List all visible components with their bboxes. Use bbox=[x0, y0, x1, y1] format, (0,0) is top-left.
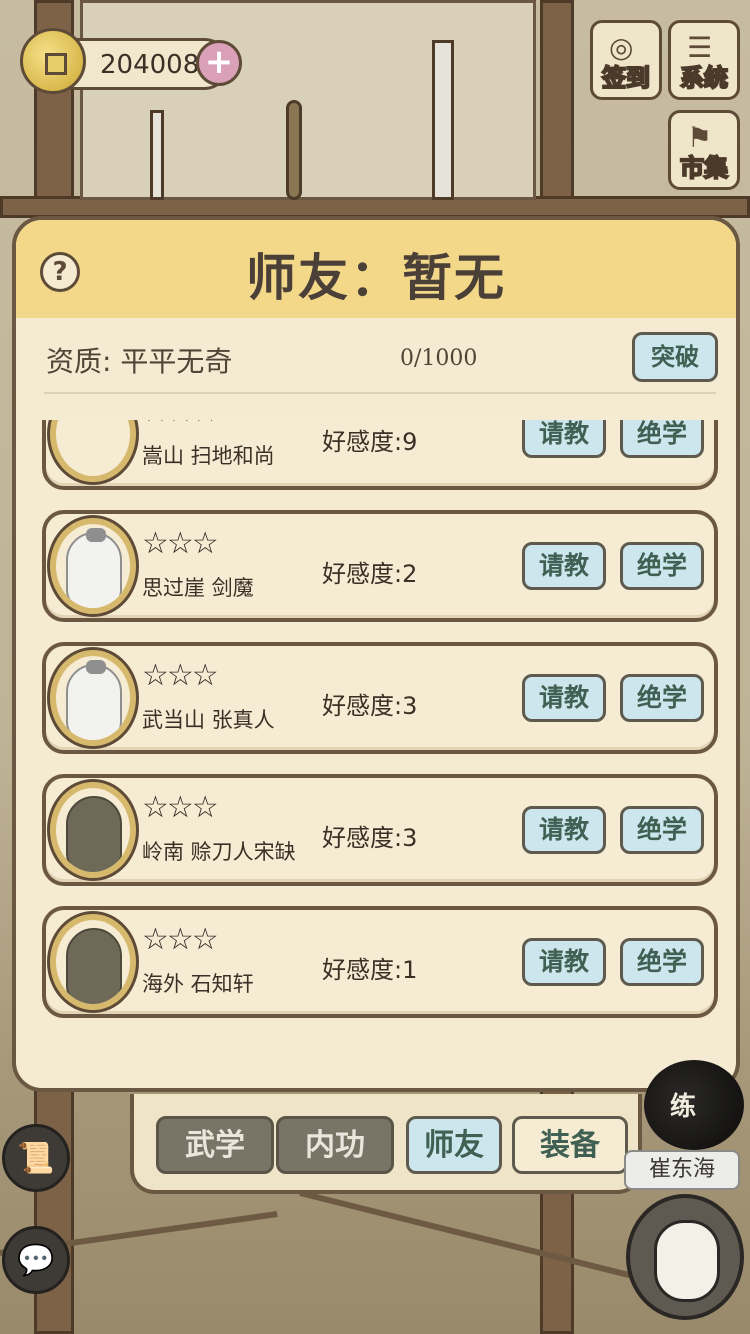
tab-mentor[interactable]: 师友 bbox=[406, 1116, 502, 1174]
skill-button[interactable]: 绝学 bbox=[620, 542, 704, 590]
master-avatar bbox=[50, 518, 136, 614]
breakthrough-progress: 0/1000 bbox=[400, 346, 478, 371]
tab-equipment[interactable]: 装备 bbox=[512, 1116, 628, 1174]
divider bbox=[44, 392, 716, 394]
dialog-header: ? 师友：暂无 bbox=[16, 220, 736, 318]
rank-stars: ☆☆☆ bbox=[142, 922, 219, 957]
blade-on-rack bbox=[432, 40, 454, 200]
master-row: ☆☆☆ 岭南 赊刀人宋缺 好感度:3 请教 绝学 bbox=[42, 774, 718, 886]
master-avatar bbox=[50, 420, 136, 482]
scroll-button[interactable]: 📜 bbox=[2, 1124, 70, 1192]
master-name: 武当山 张真人 bbox=[142, 708, 275, 732]
master-avatar bbox=[50, 650, 136, 746]
master-avatar bbox=[50, 914, 136, 1010]
mentor-dialog: ? 师友：暂无 资质: 平平无奇 0/1000 突破 ☆☆☆ 嵩山 扫地和尚 好… bbox=[12, 216, 740, 1092]
tab-internal[interactable]: 内功 bbox=[276, 1116, 394, 1174]
skill-button[interactable]: 绝学 bbox=[620, 674, 704, 722]
affection-value: 好感度:9 bbox=[322, 428, 418, 456]
coin-value: 204008 bbox=[100, 50, 200, 80]
market-button[interactable]: ⚑ 市集 bbox=[668, 110, 740, 190]
system-button[interactable]: ☰ 系统 bbox=[668, 20, 740, 100]
dialog-title: 师友：暂无 bbox=[246, 249, 506, 307]
master-row: ☆☆☆ 武当山 张真人 好感度:3 请教 绝学 bbox=[42, 642, 718, 754]
npc-portrait-badge[interactable]: 练 bbox=[644, 1060, 744, 1150]
master-avatar bbox=[50, 782, 136, 878]
rank-stars: ☆☆☆ bbox=[142, 790, 219, 825]
affection-value: 好感度:3 bbox=[322, 692, 418, 720]
skill-button[interactable]: 绝学 bbox=[620, 420, 704, 458]
master-name: 嵩山 扫地和尚 bbox=[142, 444, 275, 468]
rank-stars: ☆☆☆ bbox=[142, 658, 219, 693]
master-row: ☆☆☆ 海外 石知轩 好感度:1 请教 绝学 bbox=[42, 906, 718, 1018]
chat-icon: 💬 bbox=[17, 1243, 55, 1278]
system-label: 系统 bbox=[679, 63, 729, 93]
rank-stars: ☆☆☆ bbox=[142, 420, 219, 429]
master-name: 岭南 赊刀人宋缺 bbox=[142, 840, 296, 864]
checkin-button[interactable]: ◎ 签到 bbox=[590, 20, 662, 100]
master-list[interactable]: ☆☆☆ 嵩山 扫地和尚 好感度:9 请教 绝学 ☆☆☆ 思过崖 剑魔 好感度:2… bbox=[16, 420, 736, 1040]
saber-on-rack bbox=[286, 100, 302, 200]
master-name: 思过崖 剑魔 bbox=[142, 576, 254, 600]
rank-stars: ☆☆☆ bbox=[142, 526, 219, 561]
affection-value: 好感度:2 bbox=[322, 560, 418, 588]
breakthrough-button[interactable]: 突破 bbox=[632, 332, 718, 382]
sword-on-rack bbox=[150, 110, 164, 200]
npc-name-tag: 崔东海 bbox=[624, 1150, 740, 1190]
checkin-label: 签到 bbox=[601, 63, 651, 93]
skill-button[interactable]: 绝学 bbox=[620, 938, 704, 986]
ask-button[interactable]: 请教 bbox=[522, 938, 606, 986]
master-row: ☆☆☆ 思过崖 剑魔 好感度:2 请教 绝学 bbox=[42, 510, 718, 622]
ask-button[interactable]: 请教 bbox=[522, 674, 606, 722]
tab-martial[interactable]: 武学 bbox=[156, 1116, 274, 1174]
ask-button[interactable]: 请教 bbox=[522, 806, 606, 854]
affection-value: 好感度:3 bbox=[322, 824, 418, 852]
skill-button[interactable]: 绝学 bbox=[620, 806, 704, 854]
chat-button[interactable]: 💬 bbox=[2, 1226, 70, 1294]
coin-icon bbox=[20, 28, 86, 94]
master-row: ☆☆☆ 嵩山 扫地和尚 好感度:9 请教 绝学 bbox=[42, 420, 718, 490]
bottom-tab-bar: 武学 内功 师友 装备 bbox=[130, 1094, 642, 1194]
player-face bbox=[654, 1220, 720, 1302]
scroll-icon: 📜 bbox=[17, 1141, 55, 1176]
ask-button[interactable]: 请教 bbox=[522, 542, 606, 590]
market-label: 市集 bbox=[679, 153, 729, 183]
affection-value: 好感度:1 bbox=[322, 956, 418, 984]
aptitude-label: 资质: 平平无奇 bbox=[46, 345, 233, 378]
master-name: 海外 石知轩 bbox=[142, 972, 254, 996]
ask-button[interactable]: 请教 bbox=[522, 420, 606, 458]
npc-badge-text: 练 bbox=[670, 1092, 697, 1122]
player-avatar[interactable] bbox=[626, 1194, 744, 1320]
add-coins-button[interactable]: + bbox=[196, 40, 242, 86]
